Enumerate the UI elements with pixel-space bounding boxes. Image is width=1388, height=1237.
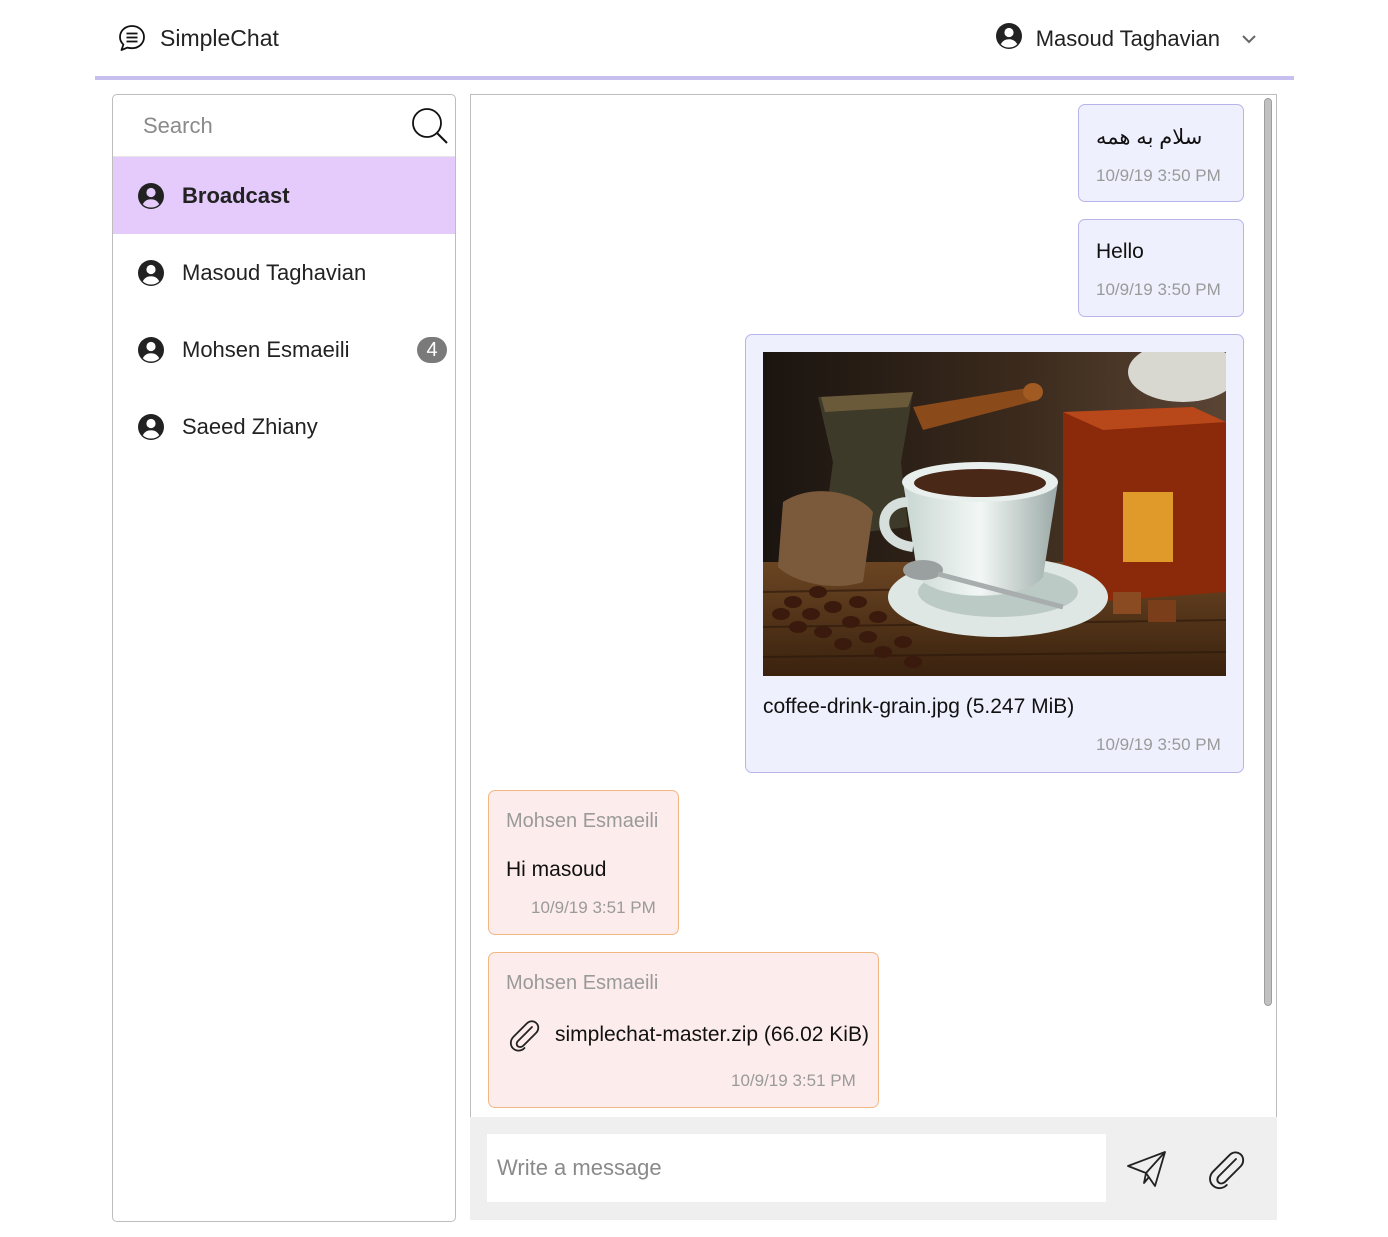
contact-name: Masoud Taghavian — [182, 259, 367, 285]
message-incoming: Mohsen Esmaeili Hi masoud 10/9/19 3:51 P… — [488, 790, 679, 935]
image-file-name[interactable]: coffee-drink-grain.jpg (5.247 MiB) — [763, 695, 1074, 719]
scroll-thumb[interactable] — [1264, 98, 1272, 1006]
search-bar — [113, 95, 455, 157]
user-circle-icon — [995, 22, 1023, 55]
chevron-down-icon[interactable] — [1240, 30, 1258, 48]
contact-broadcast[interactable]: Broadcast — [113, 157, 455, 234]
message-text: سلام به همه — [1096, 126, 1203, 149]
contact-masoud-taghavian[interactable]: Masoud Taghavian — [113, 234, 455, 311]
contact-name: Mohsen Esmaeili — [182, 336, 350, 362]
chat-bubble-icon — [119, 25, 145, 51]
message-text: Hello — [1096, 240, 1144, 263]
message-scrollbar[interactable] — [1261, 95, 1275, 1118]
contact-saeed-zhiany[interactable]: Saeed Zhiany — [113, 388, 455, 465]
message-time: 10/9/19 3:50 PM — [1096, 166, 1221, 185]
message-text: Hi masoud — [506, 858, 607, 881]
user-circle-icon — [137, 259, 165, 287]
message-sender: Mohsen Esmaeili — [506, 810, 659, 832]
search-icon[interactable] — [411, 107, 449, 145]
message-sender: Mohsen Esmaeili — [506, 972, 659, 994]
app-header: SimpleChat Masoud Taghavian — [95, 0, 1294, 80]
send-icon[interactable] — [1126, 1149, 1168, 1189]
message-list[interactable]: سلام به همه 10/9/19 3:50 PM Hello 10/9/1… — [470, 94, 1277, 1118]
message-time: 10/9/19 3:50 PM — [1096, 280, 1221, 299]
contact-name: Saeed Zhiany — [182, 413, 318, 439]
message-incoming-file: Mohsen Esmaeili simplechat-master.zip (6… — [488, 952, 879, 1108]
paperclip-icon[interactable] — [1204, 1147, 1248, 1191]
message-time: 10/9/19 3:51 PM — [731, 1071, 856, 1090]
current-user-name: Masoud Taghavian — [1035, 25, 1220, 51]
message-input[interactable] — [487, 1134, 1106, 1202]
message-outgoing-image: coffee-drink-grain.jpg (5.247 MiB) 10/9/… — [745, 334, 1244, 773]
user-menu[interactable]: Masoud Taghavian — [995, 22, 1258, 55]
contacts-sidebar: Broadcast Masoud Taghavian Mohsen Esmaei… — [112, 94, 456, 1222]
message-time: 10/9/19 3:50 PM — [1096, 735, 1221, 754]
coffee-photo[interactable] — [763, 352, 1226, 676]
user-circle-icon — [137, 182, 165, 210]
paperclip-icon — [509, 1020, 540, 1052]
contact-mohsen-esmaeili[interactable]: Mohsen Esmaeili 4 — [113, 311, 455, 388]
message-outgoing: Hello 10/9/19 3:50 PM — [1078, 219, 1244, 317]
message-time: 10/9/19 3:51 PM — [531, 898, 656, 917]
contact-name: Broadcast — [182, 182, 290, 208]
message-outgoing: سلام به همه 10/9/19 3:50 PM — [1078, 104, 1244, 202]
file-link[interactable]: simplechat-master.zip (66.02 KiB) — [555, 1023, 869, 1047]
brand[interactable]: SimpleChat — [117, 23, 279, 53]
unread-badge: 4 — [417, 337, 447, 363]
app-name: SimpleChat — [160, 24, 279, 51]
user-circle-icon — [137, 413, 165, 441]
user-circle-icon — [137, 336, 165, 364]
search-input[interactable] — [113, 95, 403, 157]
compose-bar — [470, 1117, 1277, 1220]
